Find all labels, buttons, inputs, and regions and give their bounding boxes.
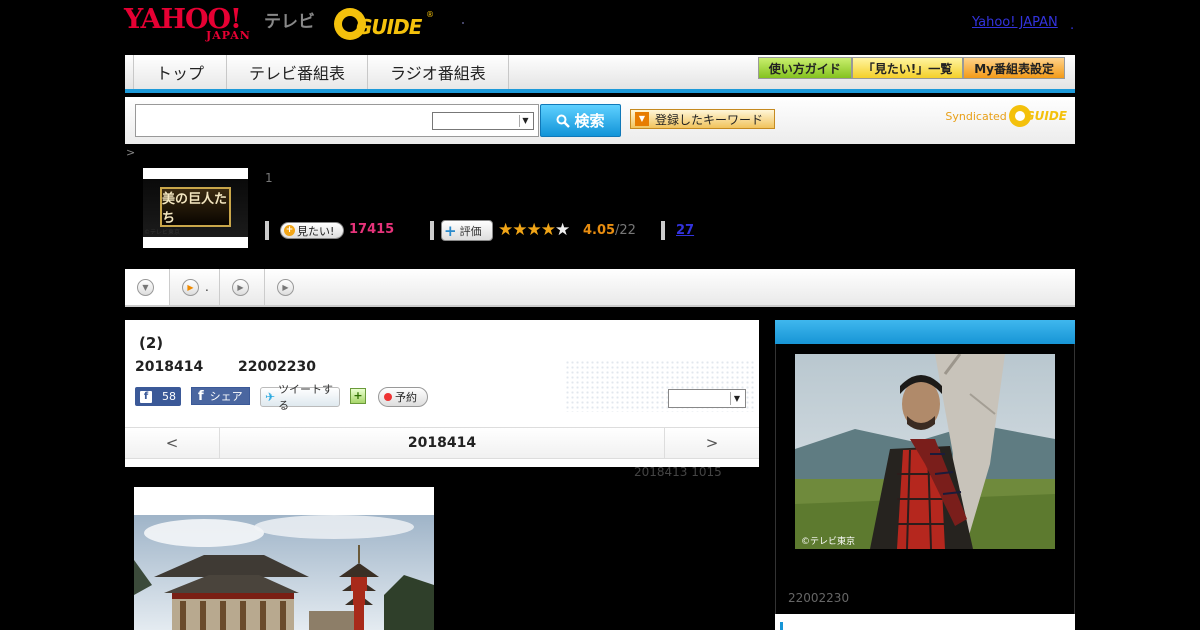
rate-button[interactable]: + 評価 [441, 220, 493, 241]
mitai-list-button[interactable]: 「見たい!」一覧 [851, 57, 964, 79]
episode-date: 2018414 [135, 359, 204, 375]
subtab-2[interactable]: ▶ . [170, 269, 220, 305]
yahoo-logo[interactable]: YAHOO! JAPAN [124, 6, 262, 43]
twitter-bird-icon: ✈ [265, 390, 276, 404]
gguide-g-icon [1008, 105, 1031, 127]
nav-tab-radio-schedule[interactable]: ラジオ番組表 [367, 55, 509, 89]
review-count-link[interactable]: 27 [676, 223, 694, 238]
host-photo-credit: ©テレビ東京 [801, 537, 856, 547]
play-icon: ▶ [182, 278, 199, 296]
syndicated-logo-text: GUIDE [1024, 109, 1067, 123]
tweet-button[interactable]: ✈ ツイートする [260, 383, 340, 412]
program-thumbnail-image: 美の巨人たち ©テレビ東京 [143, 179, 248, 237]
my-schedule-settings-button[interactable]: My番組表設定 [963, 57, 1065, 79]
search-bar: ▼ 検索 ▼ 登録したキーワード Syndicated GUIDE [125, 97, 1075, 144]
syndicated-gguide-logo: Syndicated GUIDE [945, 105, 1067, 127]
next-date-button[interactable]: > [664, 428, 759, 458]
search-icon [556, 114, 571, 128]
date-navigation: < 2018414 > [125, 427, 759, 459]
rate-label: 評価 [459, 224, 482, 238]
sidebar-time: 22002230 [788, 591, 850, 605]
thumbnail-credit: ©テレビ東京 [144, 229, 181, 236]
breadcrumb-arrow: > [126, 146, 136, 159]
episode-select[interactable]: ▼ [668, 389, 746, 408]
star-empty-icon: ★ [554, 220, 570, 240]
tv-label: テレビ [264, 12, 315, 32]
separator [265, 221, 269, 240]
program-count: 1 [265, 171, 273, 185]
rating-value: 4.05 [583, 223, 616, 238]
play-icon: ▶ [232, 278, 249, 296]
episode-time: 22002230 [238, 359, 316, 375]
tweet-label: ツイートする [278, 383, 334, 412]
gguide-reg-mark: ® [426, 10, 434, 19]
yahoo-japan-link[interactable]: Yahoo! JAPAN [972, 15, 1058, 30]
episode-title: (2) [139, 334, 164, 352]
program-thumbnail[interactable]: 美の巨人たち ©テレビ東京 [143, 168, 248, 248]
host-photo[interactable]: ©テレビ東京 [795, 354, 1055, 549]
reserve-label: 予約 [395, 391, 417, 404]
subtab-3[interactable]: ▶ [220, 269, 265, 305]
add-calendar-icon[interactable]: + [350, 388, 366, 404]
facebook-icon: f [198, 388, 204, 404]
yahoo-japan-dot: . [1070, 18, 1075, 33]
nav-tabs: トップ テレビ番組表 ラジオ番組表 [133, 55, 509, 89]
mitai-count: 17415 [349, 222, 395, 237]
record-dot-icon [384, 393, 392, 401]
search-category-select[interactable]: ▼ [432, 112, 534, 130]
star-rating: ★★★★★ [498, 220, 570, 240]
nav-tab-tv-schedule[interactable]: テレビ番組表 [226, 55, 369, 89]
chevron-down-icon: ▼ [519, 115, 531, 127]
play-icon: ▶ [277, 278, 294, 296]
header-dot [462, 22, 464, 24]
host-photo-image [795, 354, 1055, 549]
subtab-2-label: . [205, 280, 209, 294]
separator [430, 221, 434, 240]
chevron-down-icon: ▼ [730, 392, 743, 405]
chevron-down-icon: ▼ [137, 278, 154, 296]
plus-icon: + [444, 221, 457, 240]
facebook-share-button[interactable]: f シェア [191, 387, 250, 405]
yahoo-logo-sub: JAPAN [206, 29, 251, 42]
updated-note: 2018413 1015 [634, 465, 722, 479]
rating-count: /22 [615, 223, 636, 238]
episode-image [134, 487, 434, 630]
registered-keyword-label: 登録したキーワード [655, 112, 764, 127]
subtab-4[interactable]: ▶ [265, 269, 310, 305]
facebook-like-count: 58 [162, 390, 176, 403]
facebook-like-button[interactable]: f 58 [135, 387, 181, 406]
subtab-current[interactable]: ▼ [125, 269, 170, 305]
registered-keyword-button[interactable]: ▼ 登録したキーワード [630, 109, 775, 129]
temple-photo [134, 515, 434, 630]
mitai-button[interactable]: + 見たい! [280, 222, 344, 239]
mitai-label: 見たい! [297, 224, 335, 238]
prev-date-button[interactable]: < [125, 428, 220, 458]
search-button[interactable]: 検索 [540, 104, 621, 137]
reserve-button[interactable]: 予約 [378, 387, 428, 407]
search-button-label: 検索 [574, 112, 605, 130]
separator [661, 221, 665, 240]
guide-button[interactable]: 使い方ガイド [757, 57, 852, 79]
triangle-down-icon: ▼ [635, 112, 649, 126]
sub-tabs: ▼ ▶ . ▶ ▶ [125, 269, 1075, 307]
gguide-logo[interactable]: GUIDE ® [334, 6, 434, 42]
nav-tab-top[interactable]: トップ [133, 55, 228, 89]
nav-right-buttons: 使い方ガイド 「見たい!」一覧 My番組表設定 [757, 57, 1065, 79]
syndicated-label: Syndicated [945, 109, 1007, 123]
program-thumbnail-title: 美の巨人たち [160, 187, 231, 227]
main-nav: トップ テレビ番組表 ラジオ番組表 使い方ガイド 「見たい!」一覧 My番組表設… [125, 55, 1075, 93]
star-filled-icons: ★★★★ [498, 220, 556, 240]
sidebar-header [775, 320, 1075, 344]
sidebar-bottom-panel [775, 614, 1075, 630]
facebook-icon: f [140, 390, 152, 403]
facebook-share-label: シェア [209, 390, 243, 403]
current-date: 2018414 [407, 435, 477, 451]
gguide-logo-text: GUIDE [356, 15, 422, 39]
plus-icon: + [284, 225, 295, 236]
episode-panel: (2) 2018414 22002230 f 58 f シェア ✈ ツイートする… [125, 320, 759, 467]
sidebar-bottom-accent [780, 622, 783, 630]
